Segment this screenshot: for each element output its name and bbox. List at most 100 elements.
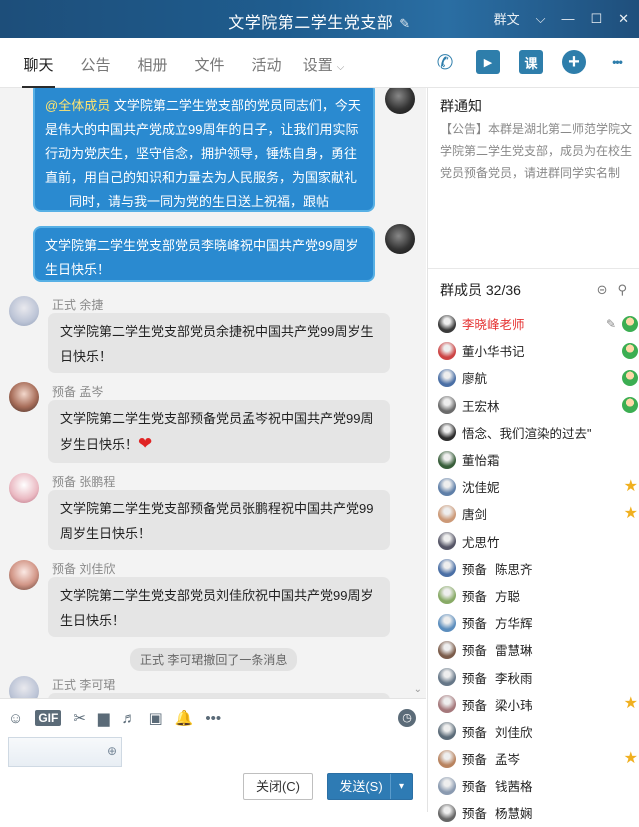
send-button[interactable]: 发送(S) ▾ (327, 773, 413, 800)
minimize-button[interactable]: — (561, 11, 574, 26)
edit-icon[interactable]: ✎ (399, 16, 410, 31)
member-name: 孟岑 (495, 753, 521, 768)
edit-icon[interactable]: ✎ (606, 317, 616, 331)
bell-icon[interactable]: 🔔 (175, 709, 194, 727)
notice-title: 群通知 (440, 98, 482, 114)
gif-icon[interactable]: GIF (35, 710, 62, 726)
member-row[interactable]: 预备 方华辉 (438, 609, 638, 636)
member-row[interactable]: 廖航 (438, 364, 638, 391)
member-tag: 预备 (462, 589, 488, 604)
chat-history[interactable]: @全体成员 文学院第二学生党支部的党员同志们，今天是伟大的中国共产党成立99周年… (0, 88, 426, 698)
tab-activity[interactable]: 活动 (238, 38, 295, 88)
message-bubble[interactable]: 文学院第二学生党支部党员余捷祝中国共产党99周岁生日快乐！ (48, 313, 390, 373)
send-label: 发送(S) (339, 779, 383, 794)
send-options-icon[interactable]: ▾ (390, 774, 412, 799)
input-toolbar: ☺ GIF ✂ ▆ ♬ ▣ 🔔 ••• (8, 709, 221, 728)
member-row[interactable]: 预备 李秋雨 (438, 663, 638, 690)
member-avatar (438, 668, 456, 687)
group-name: 文学院第二学生党支部 (228, 15, 394, 32)
tab-chat[interactable]: 聊天 (10, 38, 67, 88)
screenshot-icon[interactable]: ✂ (73, 709, 86, 727)
member-tag: 预备 (462, 617, 488, 632)
member-tag: 预备 (462, 562, 488, 577)
avatar[interactable] (9, 473, 39, 503)
message-text: 文学院第二学生党支部党员刘佳欣祝中国共产党99周岁生日快乐！ (60, 588, 374, 628)
message-input-area[interactable]: ☺ GIF ✂ ▆ ♬ ▣ 🔔 ••• ◷ ⊕ 关闭(C) 发送(S) ▾ (0, 698, 426, 812)
video-call-icon[interactable]: ▶ (476, 50, 500, 74)
admin-badge-icon (622, 315, 638, 332)
folder-icon[interactable]: ▆ (98, 709, 110, 727)
group-label[interactable]: 群文 (494, 9, 520, 28)
member-row[interactable]: 预备 杨慧娴 (438, 799, 638, 826)
sender-name: 正式 余捷 (52, 298, 104, 312)
avatar[interactable] (9, 382, 39, 412)
more-icon[interactable]: ••• (605, 50, 629, 74)
member-row[interactable]: 董小华书记 (438, 337, 638, 364)
message-bubble[interactable]: @全体成员 文学院第二学生党支部的党员同志们，今天是伟大的中国共产党成立99周年… (33, 88, 375, 212)
member-avatar (438, 640, 456, 659)
member-avatar (438, 613, 456, 632)
zoom-icon[interactable]: ⊕ (107, 744, 117, 758)
dropdown-icon[interactable]: ⌵ (536, 11, 546, 27)
member-row[interactable]: 李晓峰老师 ✎ (438, 310, 638, 337)
add-icon[interactable]: + (562, 50, 586, 74)
member-row[interactable]: 预备 钱茜格 (438, 772, 638, 799)
member-row[interactable]: 王宏林 (438, 392, 638, 419)
tab-album[interactable]: 相册 (124, 38, 181, 88)
member-row[interactable]: 预备 陈思齐 (438, 555, 638, 582)
sender-name: 预备 刘佳欣 (52, 562, 116, 576)
sender-name: 预备 孟岑 (52, 385, 104, 399)
message-bubble[interactable]: 文学院第二学生党支部党员李晓峰祝中国共产党99周岁生日快乐！ (33, 226, 375, 282)
member-avatar (438, 396, 456, 415)
add-member-icon[interactable]: ⊝ (597, 282, 608, 298)
avatar[interactable] (9, 560, 39, 590)
member-actions: ⊝ ⚲ (597, 282, 627, 298)
tab-files[interactable]: 文件 (181, 38, 238, 88)
member-tag: 预备 (462, 780, 488, 795)
voice-call-icon[interactable]: ✆ (433, 50, 457, 74)
message-text: 文学院第二学生党支部党员李晓峰祝中国共产党99周岁生日快乐！ (45, 238, 359, 277)
title-bar: 文学院第二学生党支部 ✎ 群文 ⌵ — ☐ ✕ (0, 0, 639, 38)
search-icon[interactable]: ⚲ (617, 282, 627, 298)
image-icon[interactable]: ▣ (148, 709, 162, 727)
more-tools-icon[interactable]: ••• (205, 710, 221, 727)
member-row[interactable]: 预备 孟岑 ★ (438, 745, 638, 772)
member-name: 悟念、我们渲染的过去" (462, 426, 592, 441)
avatar[interactable] (385, 224, 415, 254)
avatar[interactable] (9, 296, 39, 326)
emoji-icon[interactable]: ☺ (8, 710, 23, 727)
member-row[interactable]: 悟念、我们渲染的过去" (438, 419, 638, 446)
message-bubble[interactable]: 文学院第二学生党支部预备党员孟岑祝中国共产党99周岁生日快乐！❤ (48, 400, 390, 463)
message-text: 文学院第二学生党支部预备党员孟岑祝中国共产党99周岁生日快乐！ (60, 411, 374, 452)
member-row[interactable]: 唐剑 ★ (438, 500, 638, 527)
avatar[interactable] (9, 676, 39, 698)
music-icon[interactable]: ♬ (121, 710, 136, 727)
member-avatar (438, 586, 456, 605)
message-bubble[interactable]: 文学院第二学生党支部党员刘佳欣祝中国共产党99周岁生日快乐！ (48, 577, 390, 637)
member-name: 方华辉 (495, 617, 533, 632)
star-badge-icon: ★ (623, 504, 638, 522)
course-icon[interactable]: 课 (519, 50, 543, 74)
mention-all[interactable]: @全体成员 (45, 98, 110, 113)
member-name: 尤思竹 (462, 535, 500, 550)
member-row[interactable]: 预备 刘佳欣 (438, 718, 638, 745)
close-button[interactable]: 关闭(C) (243, 773, 313, 800)
member-row[interactable]: 预备 梁小玮 ★ (438, 691, 638, 718)
member-name: 董怡霜 (462, 454, 500, 469)
maximize-button[interactable]: ☐ (590, 11, 602, 27)
member-row[interactable]: 董怡霜 (438, 446, 638, 473)
history-icon[interactable]: ◷ (398, 709, 416, 727)
avatar[interactable] (385, 88, 415, 114)
image-thumbnail[interactable]: ⊕ (8, 737, 122, 767)
tab-settings[interactable]: 设置 ⌵ (295, 38, 352, 88)
member-row[interactable]: 预备 方聪 (438, 582, 638, 609)
member-row[interactable]: 预备 雷慧琳 (438, 636, 638, 663)
notice-body[interactable]: 【公告】本群是湖北第二师范学院文学院第二学生党支部，成员为在校生党员预备党员，请… (440, 118, 634, 184)
close-window-button[interactable]: ✕ (618, 11, 629, 27)
scroll-down-icon[interactable]: ⌄ (414, 684, 422, 695)
member-row[interactable]: 尤思竹 (438, 528, 638, 555)
member-row[interactable]: 沈佳妮 ★ (438, 473, 638, 500)
tab-announcement[interactable]: 公告 (67, 38, 124, 88)
message-text: 同时，请与我一同为党的生日送上祝福，跟帖 (69, 194, 330, 209)
message-bubble[interactable]: 文学院第二学生党支部预备党员张鹏程祝中国共产党99周岁生日快乐！ (48, 490, 390, 550)
